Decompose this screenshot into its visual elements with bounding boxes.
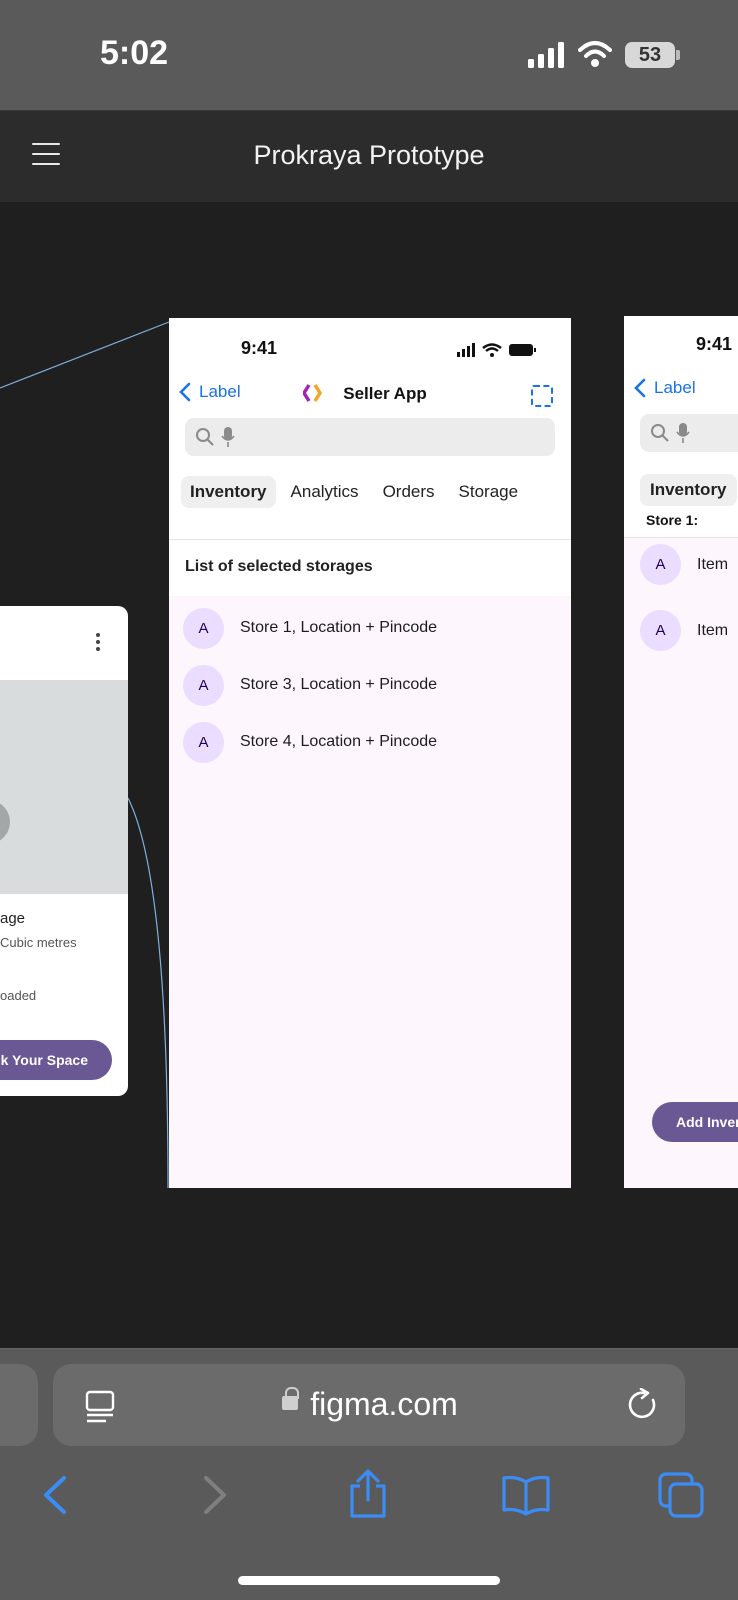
section-title: List of selected storages (185, 558, 373, 575)
forward-arrow-icon[interactable] (200, 1474, 230, 1516)
book-space-button[interactable]: ck Your Space (0, 1040, 112, 1080)
fullscreen-icon[interactable] (531, 385, 553, 407)
tab-inventory[interactable]: Inventory (181, 476, 276, 508)
avatar: A (640, 610, 681, 651)
frame-status-time: 9:41 (241, 338, 278, 358)
seller-app-frame: 9:41 Label Seller App Inventory Analytic… (169, 318, 571, 1188)
list-item-label: Store 1, Location + Pincode (240, 619, 438, 636)
reload-icon[interactable] (626, 1388, 660, 1422)
list-item-label: Store 4, Location + Pincode (240, 733, 438, 750)
microphone-icon[interactable] (221, 426, 235, 448)
tab-bar: Inventory Analytics Orders Storage (181, 476, 527, 508)
wifi-icon (578, 41, 612, 67)
avatar: A (640, 544, 681, 585)
card-title: age (0, 910, 26, 927)
status-time: 5:02 (100, 34, 169, 72)
search-icon (196, 428, 214, 446)
cellular-signal-icon (528, 42, 564, 68)
frame-status-icons (457, 343, 536, 357)
back-button[interactable]: Label (634, 378, 696, 398)
list-item-label: Item (697, 555, 729, 573)
store-label: Store 1: (646, 512, 699, 528)
card-subtitle: Cubic metres (0, 935, 77, 950)
avatar: A (183, 607, 224, 649)
tab-orders[interactable]: Orders (374, 476, 444, 508)
image-placeholder-icon (0, 803, 10, 841)
tab-storage[interactable]: Storage (450, 476, 528, 508)
more-options-icon[interactable] (96, 633, 102, 653)
frame-status-time: 9:41 (696, 334, 733, 354)
home-indicator (238, 1576, 500, 1585)
search-input[interactable] (640, 414, 738, 452)
card-status: oaded (0, 988, 37, 1003)
battery-tip (676, 50, 680, 60)
prototype-title: Prokraya Prototype (253, 140, 485, 170)
list-item[interactable]: A Item (640, 610, 728, 651)
back-label: Label (654, 378, 696, 397)
tabs-icon[interactable] (658, 1472, 704, 1518)
list-item-label: Store 3, Location + Pincode (240, 676, 438, 693)
inventory-frame: 9:41 Label Inventory Store 1: A Item A I… (624, 316, 738, 1188)
storage-image-placeholder (0, 680, 128, 894)
list-item[interactable]: A Item (640, 544, 728, 585)
chevron-left-icon (634, 378, 646, 398)
app-title: Seller App (343, 384, 427, 403)
list-item-label: Item (697, 621, 729, 639)
battery-indicator: 53 (625, 42, 675, 68)
screen: 5:02 53 Prokraya Prototype age Cubic met… (0, 0, 738, 1600)
list-item[interactable]: A Store 1, Location + Pincode (183, 606, 437, 650)
search-input[interactable] (185, 418, 555, 456)
list-item[interactable]: A Store 3, Location + Pincode (183, 663, 437, 707)
list-item[interactable]: A Store 4, Location + Pincode (183, 720, 437, 764)
bookmarks-icon[interactable] (500, 1474, 552, 1516)
share-icon[interactable] (346, 1468, 390, 1520)
avatar: A (183, 664, 224, 706)
tab-analytics[interactable]: Analytics (282, 476, 368, 508)
microphone-icon[interactable] (676, 422, 690, 444)
storage-card[interactable] (0, 606, 128, 1096)
avatar: A (183, 721, 224, 763)
back-arrow-icon[interactable] (40, 1474, 70, 1516)
search-icon (651, 424, 669, 442)
tab-inventory[interactable]: Inventory (640, 474, 737, 506)
add-inventory-button[interactable]: Add Inver (652, 1102, 738, 1142)
